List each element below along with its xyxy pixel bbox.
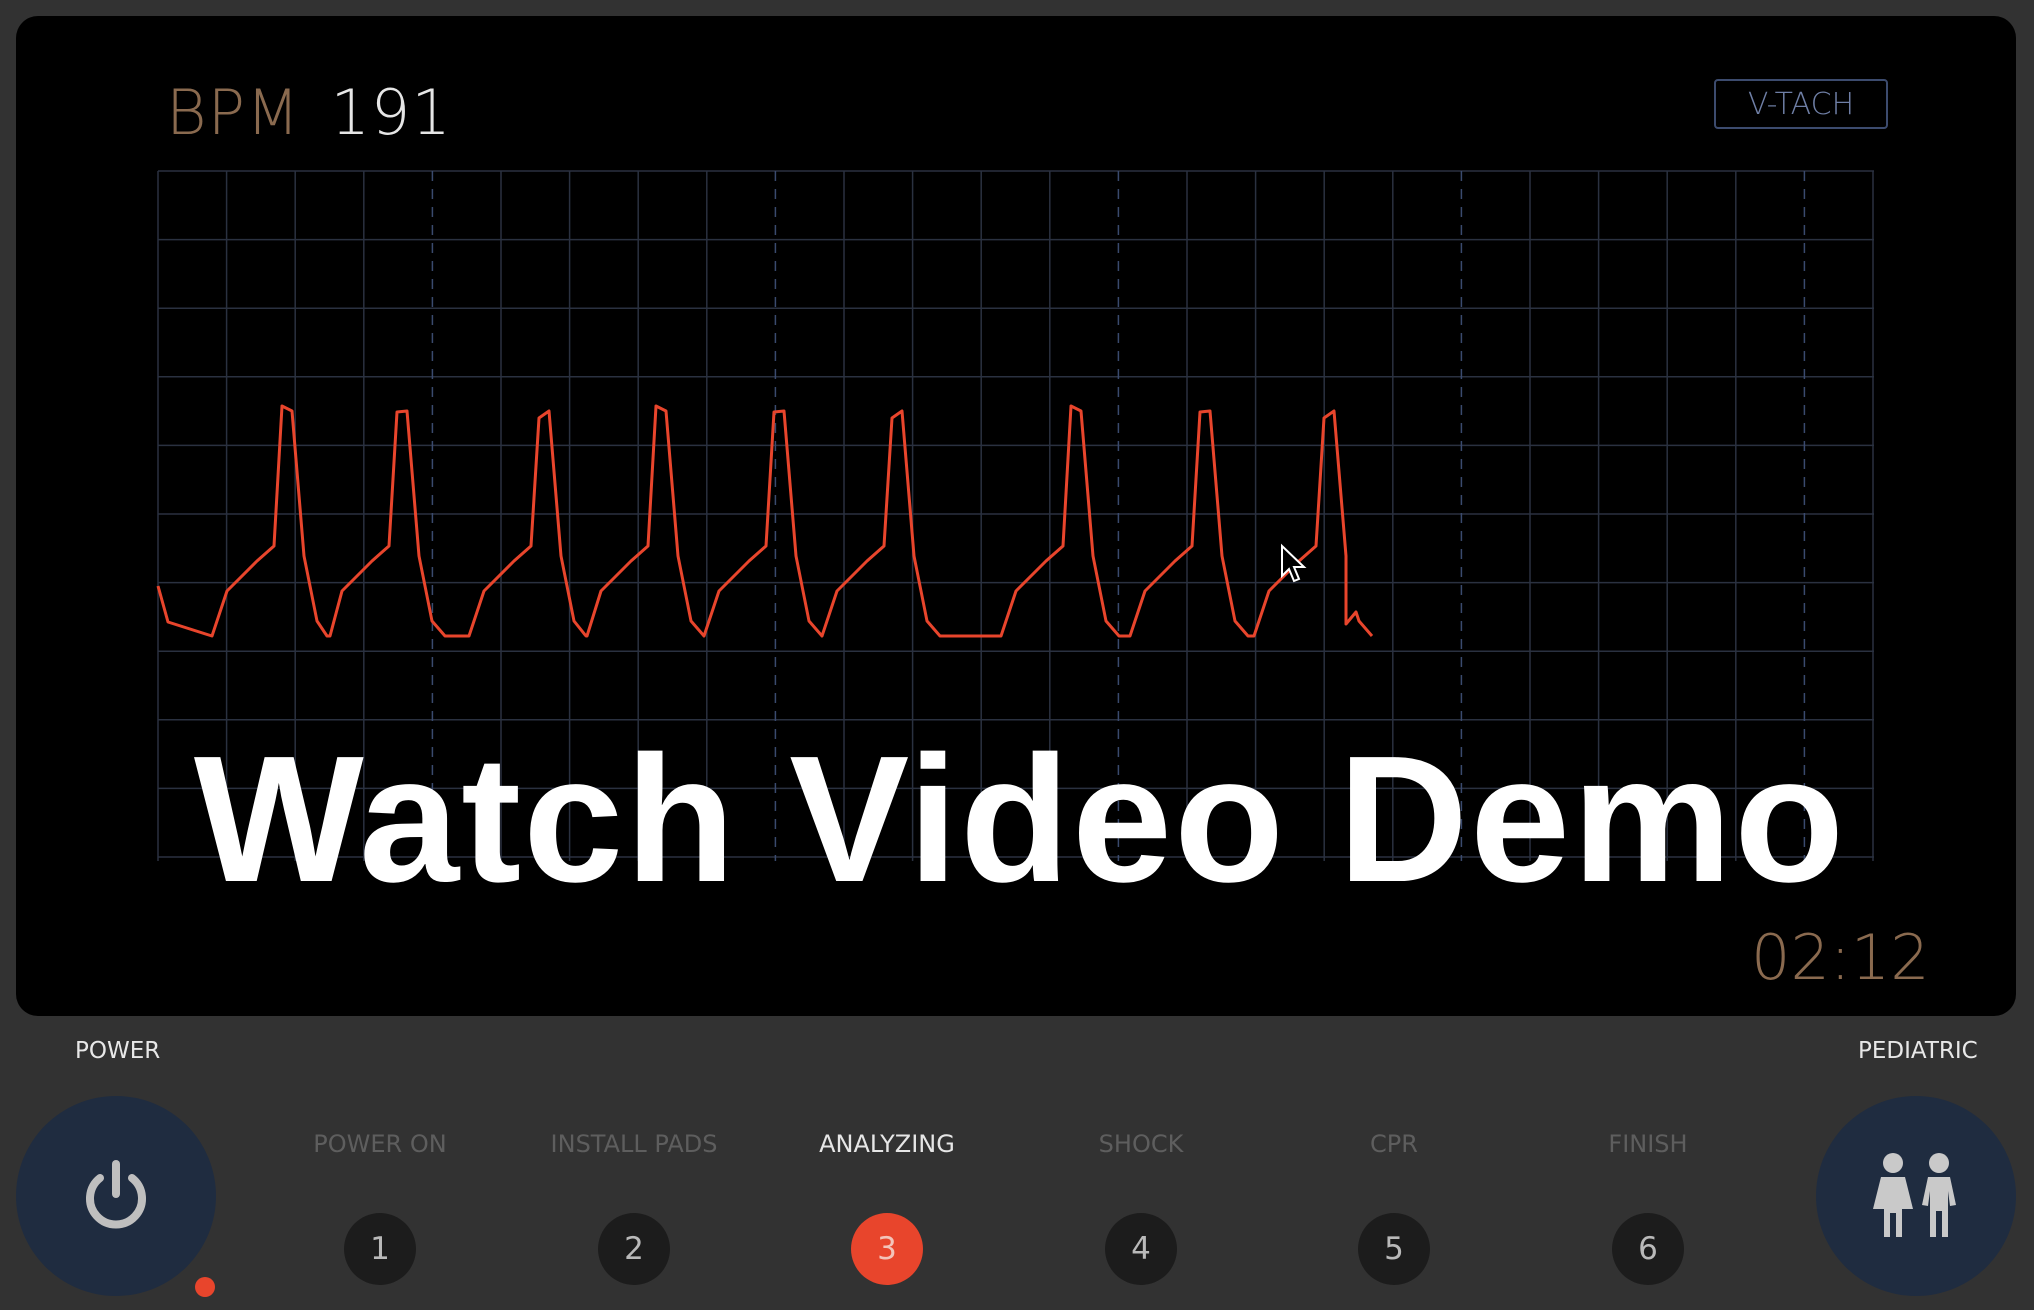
step-number[interactable]: 3 [851, 1213, 923, 1285]
children-icon [1873, 1153, 1956, 1237]
step-number[interactable]: 6 [1612, 1213, 1684, 1285]
power-icon [86, 1160, 146, 1229]
step-analyzing[interactable]: ANALYZING 3 [767, 0, 1007, 1285]
step-label: SHOCK [1098, 1130, 1184, 1158]
step-number[interactable]: 5 [1358, 1213, 1430, 1285]
pediatric-button[interactable] [1816, 1096, 2016, 1296]
power-button[interactable] [16, 1096, 216, 1296]
step-cpr[interactable]: CPR 5 [1274, 0, 1514, 1285]
power-label: POWER [75, 1038, 161, 1064]
elapsed-timer: 02:12 [1751, 921, 1930, 994]
step-shock[interactable]: SHOCK 4 [1021, 0, 1261, 1285]
step-label: POWER ON [313, 1130, 447, 1158]
step-power-on[interactable]: POWER ON 1 [260, 0, 500, 1285]
step-number[interactable]: 2 [598, 1213, 670, 1285]
step-label: ANALYZING [819, 1130, 955, 1158]
step-label: FINISH [1608, 1130, 1688, 1158]
step-install-pads[interactable]: INSTALL PADS 2 [514, 0, 754, 1285]
power-indicator-led [195, 1277, 215, 1297]
step-finish[interactable]: FINISH 6 [1528, 0, 1768, 1285]
pediatric-label: PEDIATRIC [1858, 1038, 1978, 1064]
step-label: CPR [1370, 1130, 1418, 1158]
step-label: INSTALL PADS [550, 1130, 718, 1158]
step-number[interactable]: 4 [1105, 1213, 1177, 1285]
step-number[interactable]: 1 [344, 1213, 416, 1285]
